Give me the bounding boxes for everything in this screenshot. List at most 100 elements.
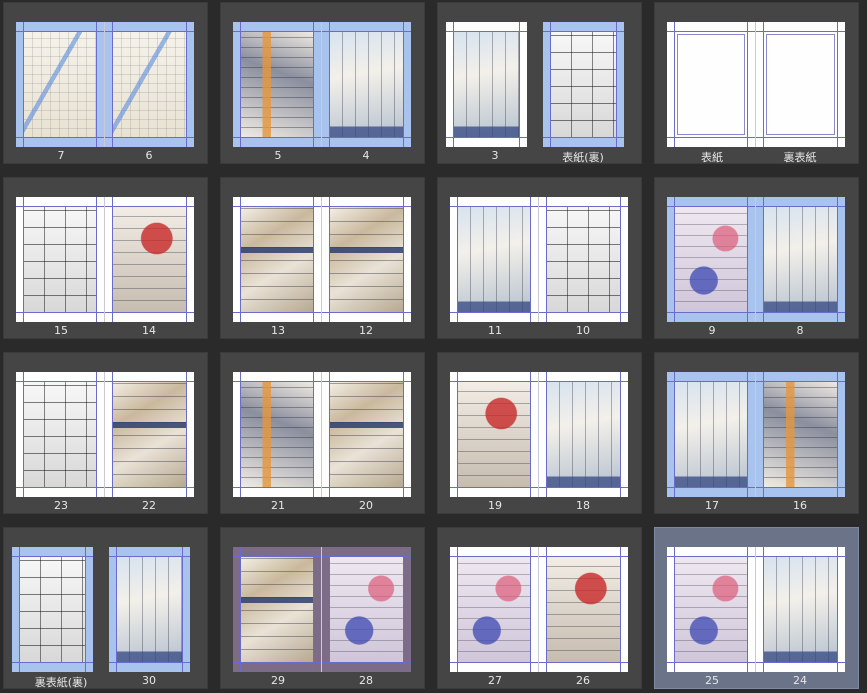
spread-thumbnail[interactable]: 11 10	[437, 177, 642, 339]
page-thumbnail-right[interactable]	[756, 197, 845, 322]
guide-line	[233, 487, 321, 488]
spread-thumbnail[interactable]: 3 表紙(裏)	[437, 2, 642, 164]
guide-line	[763, 372, 764, 497]
page-thumbnail-left[interactable]	[233, 197, 322, 322]
page-thumbnail-left[interactable]	[233, 547, 322, 672]
spread-thumbnail[interactable]: 表紙 裏表紙	[654, 2, 859, 164]
guide-line	[450, 487, 538, 488]
page-thumbnail-left[interactable]	[233, 22, 322, 147]
page-number-label: 裏表紙	[783, 151, 817, 164]
guide-line	[543, 31, 624, 32]
guide-line	[674, 197, 675, 322]
page-number-label: 28	[359, 674, 373, 687]
page-artwork	[24, 32, 96, 137]
page-artwork	[458, 207, 530, 312]
page-thumbnail-left[interactable]	[12, 547, 93, 672]
page-artwork	[547, 557, 620, 662]
guide-line	[233, 556, 321, 557]
spread-thumbnail[interactable]: 19 18	[437, 352, 642, 514]
page-thumbnail-right[interactable]	[756, 372, 845, 497]
guide-line	[186, 372, 187, 497]
page-thumbnail-left[interactable]	[450, 547, 539, 672]
guide-line	[233, 137, 321, 138]
page-thumbnail-left[interactable]	[446, 22, 527, 147]
page-artwork	[113, 382, 186, 487]
page-artwork	[551, 32, 616, 137]
page-thumbnail-right[interactable]	[756, 547, 845, 672]
spread-thumbnail[interactable]: 54	[220, 2, 425, 164]
guide-line	[403, 372, 404, 497]
guide-line	[457, 372, 458, 497]
guide-line	[667, 137, 755, 138]
spread-thumbnail[interactable]: 23 22	[3, 352, 208, 514]
page-artwork	[117, 557, 182, 662]
page-thumbnail-right[interactable]	[539, 197, 628, 322]
guide-line	[530, 197, 531, 322]
page-thumbnail-right[interactable]	[322, 547, 411, 672]
guide-line	[763, 197, 764, 322]
page-artwork	[241, 32, 313, 137]
guide-line	[322, 31, 411, 32]
page-thumbnail-left[interactable]	[667, 547, 756, 672]
page-thumbnail-left[interactable]	[667, 197, 756, 322]
page-thumbnail-right[interactable]	[322, 372, 411, 497]
guide-line	[233, 312, 321, 313]
guide-line	[186, 197, 187, 322]
guide-line	[96, 22, 97, 147]
spread-thumbnail[interactable]: 裏表紙(裏) 30	[3, 527, 208, 689]
page-thumbnail-right[interactable]	[756, 22, 845, 147]
guide-line	[674, 547, 675, 672]
page-thumbnail-left[interactable]	[16, 22, 105, 147]
page-thumbnail-right[interactable]	[322, 22, 411, 147]
guide-line	[116, 547, 117, 672]
page-number-label: 13	[271, 324, 285, 337]
page-artwork	[330, 382, 403, 487]
guide-line	[756, 137, 845, 138]
guide-line	[112, 372, 113, 497]
guide-line	[96, 372, 97, 497]
page-artwork	[241, 207, 313, 312]
spread-thumbnail[interactable]: 17 16	[654, 352, 859, 514]
guide-line	[105, 206, 194, 207]
page-thumbnail-left[interactable]	[667, 22, 756, 147]
page-thumbnail-left[interactable]	[233, 372, 322, 497]
guide-line	[519, 22, 520, 147]
spread-thumbnail[interactable]: 21 20	[220, 352, 425, 514]
page-thumbnail-right[interactable]	[105, 372, 194, 497]
guide-line	[667, 381, 755, 382]
guide-line	[403, 197, 404, 322]
page-thumbnail-left[interactable]	[450, 197, 539, 322]
spread-thumbnail[interactable]: 27 26	[437, 527, 642, 689]
page-number-label: 14	[142, 324, 156, 337]
page-artwork	[24, 382, 96, 487]
spread-thumbnail[interactable]: 15 14	[3, 177, 208, 339]
guide-line	[12, 662, 93, 663]
spread-thumbnail[interactable]: 76	[3, 2, 208, 164]
page-thumbnail-left[interactable]	[16, 372, 105, 497]
guide-line	[450, 662, 538, 663]
spread-thumbnail[interactable]: 29 28	[220, 527, 425, 689]
guide-line	[16, 487, 104, 488]
page-thumbnail-right[interactable]	[105, 197, 194, 322]
guide-line	[453, 22, 454, 147]
page-thumbnail-right[interactable]	[105, 22, 194, 147]
page-thumbnail-right[interactable]	[539, 547, 628, 672]
spread-thumbnail[interactable]: 13 12	[220, 177, 425, 339]
guide-line	[747, 547, 748, 672]
guide-line	[450, 312, 538, 313]
guide-line	[96, 197, 97, 322]
page-thumbnail-left[interactable]	[16, 197, 105, 322]
guide-line	[539, 556, 628, 557]
page-thumbnail-right[interactable]	[109, 547, 190, 672]
page-thumbnail-left[interactable]	[450, 372, 539, 497]
spread-thumbnail[interactable]: 25 24	[654, 527, 859, 689]
page-thumbnail-right[interactable]	[543, 22, 624, 147]
guide-line	[109, 662, 190, 663]
spread-thumbnail[interactable]: 98	[654, 177, 859, 339]
guide-line	[546, 197, 547, 322]
page-thumbnail-right[interactable]	[539, 372, 628, 497]
page-number-label: 12	[359, 324, 373, 337]
page-thumbnail-left[interactable]	[667, 372, 756, 497]
guide-line	[446, 31, 527, 32]
page-thumbnail-right[interactable]	[322, 197, 411, 322]
